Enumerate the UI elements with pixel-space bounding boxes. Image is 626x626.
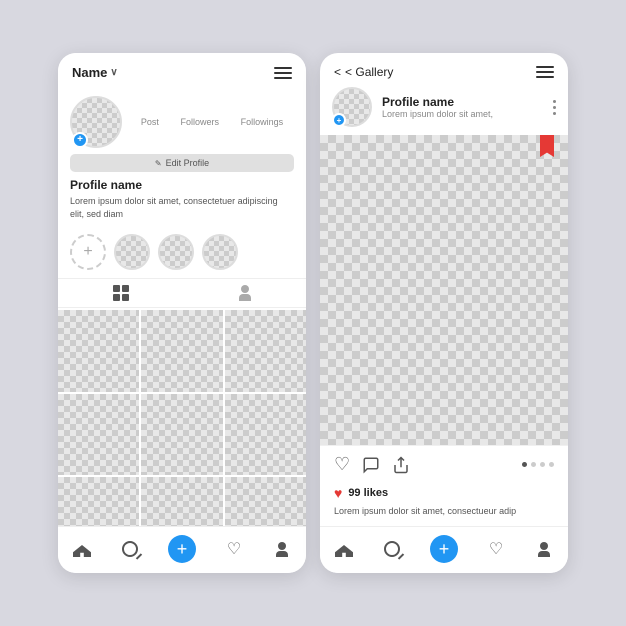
post-profile-name: Profile name [382, 95, 543, 109]
left-phone: Name ∨ + Post [58, 53, 306, 573]
add-story-button[interactable]: + [72, 132, 88, 148]
back-button[interactable]: < < Gallery [334, 65, 393, 79]
left-title[interactable]: Name ∨ [72, 65, 118, 80]
gallery-hamburger-menu[interactable] [536, 66, 554, 78]
hamburger-menu[interactable] [274, 67, 292, 79]
photo-cell-3[interactable] [225, 310, 306, 391]
photo-cell-1[interactable] [58, 310, 139, 391]
photo-cell-5[interactable] [141, 394, 222, 475]
post-avatar-wrap: + [332, 87, 372, 127]
indicator-dot-2 [531, 462, 536, 467]
profile-stats: Post Followers Followings [130, 117, 294, 127]
edit-icon: ✎ [155, 159, 162, 168]
heart-icon: ♡ [227, 539, 241, 559]
left-title-text: Name [72, 65, 107, 80]
right-person-nav-icon [538, 542, 550, 557]
likes-section: ♥ 99 likes Lorem ipsum dolor sit amet, c… [320, 481, 568, 526]
add-post-button[interactable]: + [168, 535, 196, 563]
gallery-top-bar: < < Gallery [320, 53, 568, 87]
chevron-down-icon[interactable]: ∨ [110, 67, 117, 78]
filled-heart-icon: ♥ [334, 485, 342, 501]
carousel-indicator [522, 462, 554, 467]
view-toggle [58, 278, 306, 308]
avatar-wrap: + [70, 96, 122, 148]
right-likes-button[interactable]: ♡ [486, 539, 506, 559]
post-options-button[interactable] [553, 100, 556, 115]
photo-cell-4[interactable] [58, 394, 139, 475]
share-button[interactable] [392, 456, 410, 474]
grid-view-button[interactable] [113, 285, 129, 301]
right-search-icon [384, 541, 400, 557]
options-dot-1 [553, 100, 556, 103]
bookmark-icon[interactable] [540, 135, 554, 157]
options-dot-3 [553, 112, 556, 115]
photo-cell-8[interactable] [141, 477, 222, 526]
comment-button[interactable] [362, 456, 380, 474]
grid-icon [113, 285, 129, 301]
stat-post-label: Post [141, 117, 159, 127]
post-add-story-button[interactable]: + [332, 113, 346, 127]
search-icon [122, 541, 138, 557]
gallery-title: < Gallery [345, 65, 393, 79]
stories-row: + [58, 234, 306, 278]
likes-button[interactable]: ♡ [224, 539, 244, 559]
home-button[interactable] [72, 539, 92, 559]
post-bio: Lorem ipsum dolor sit amet, [382, 109, 543, 119]
right-bottom-nav: + ♡ [320, 526, 568, 573]
photo-grid [58, 310, 306, 526]
profile-button[interactable] [272, 539, 292, 559]
like-button[interactable]: ♡ [334, 454, 350, 475]
profile-section: + Post Followers Followings [58, 88, 306, 234]
stat-followings: Followings [241, 117, 284, 127]
likes-count: 99 likes [348, 487, 388, 499]
stat-post: Post [141, 117, 159, 127]
right-phone: < < Gallery + Profile name Lorem ipsum d… [320, 53, 568, 573]
add-story-circle[interactable]: + [70, 234, 106, 270]
story-thumb-1[interactable] [114, 234, 150, 270]
likes-row: ♥ 99 likes [334, 485, 554, 501]
stat-followings-label: Followings [241, 117, 284, 127]
indicator-dot-1 [522, 462, 527, 467]
right-search-button[interactable] [382, 539, 402, 559]
options-dot-2 [553, 106, 556, 109]
photo-cell-6[interactable] [225, 394, 306, 475]
right-home-icon [335, 541, 353, 557]
bio-text: Lorem ipsum dolor sit amet, consectetuer… [70, 195, 294, 220]
home-icon [73, 541, 91, 557]
stat-followers: Followers [180, 117, 219, 127]
left-top-bar: Name ∨ [58, 53, 306, 88]
photo-cell-9[interactable] [225, 477, 306, 526]
right-home-button[interactable] [334, 539, 354, 559]
tag-view-button[interactable] [238, 285, 252, 301]
story-thumb-2[interactable] [158, 234, 194, 270]
profile-name: Profile name [70, 178, 294, 192]
right-add-post-button[interactable]: + [430, 535, 458, 563]
post-profile-row: + Profile name Lorem ipsum dolor sit ame… [320, 87, 568, 135]
caption-text: Lorem ipsum dolor sit amet, consectueur … [334, 505, 554, 518]
indicator-dot-4 [549, 462, 554, 467]
right-profile-button[interactable] [534, 539, 554, 559]
story-thumb-3[interactable] [202, 234, 238, 270]
person-nav-icon [276, 542, 288, 557]
indicator-dot-3 [540, 462, 545, 467]
action-bar: ♡ [320, 445, 568, 481]
stat-followers-label: Followers [180, 117, 219, 127]
action-icons: ♡ [334, 454, 410, 475]
bottom-nav: + ♡ [58, 526, 306, 573]
right-heart-icon: ♡ [489, 539, 503, 559]
profile-header: + Post Followers Followings [70, 96, 294, 148]
photo-cell-2[interactable] [141, 310, 222, 391]
edit-profile-button[interactable]: ✎ Edit Profile [70, 154, 294, 172]
person-icon [238, 285, 252, 301]
back-arrow-icon: < [334, 65, 341, 79]
main-post-image[interactable] [320, 135, 568, 445]
post-info: Profile name Lorem ipsum dolor sit amet, [382, 95, 543, 119]
edit-profile-label: Edit Profile [166, 158, 210, 168]
search-button[interactable] [120, 539, 140, 559]
photo-cell-7[interactable] [58, 477, 139, 526]
